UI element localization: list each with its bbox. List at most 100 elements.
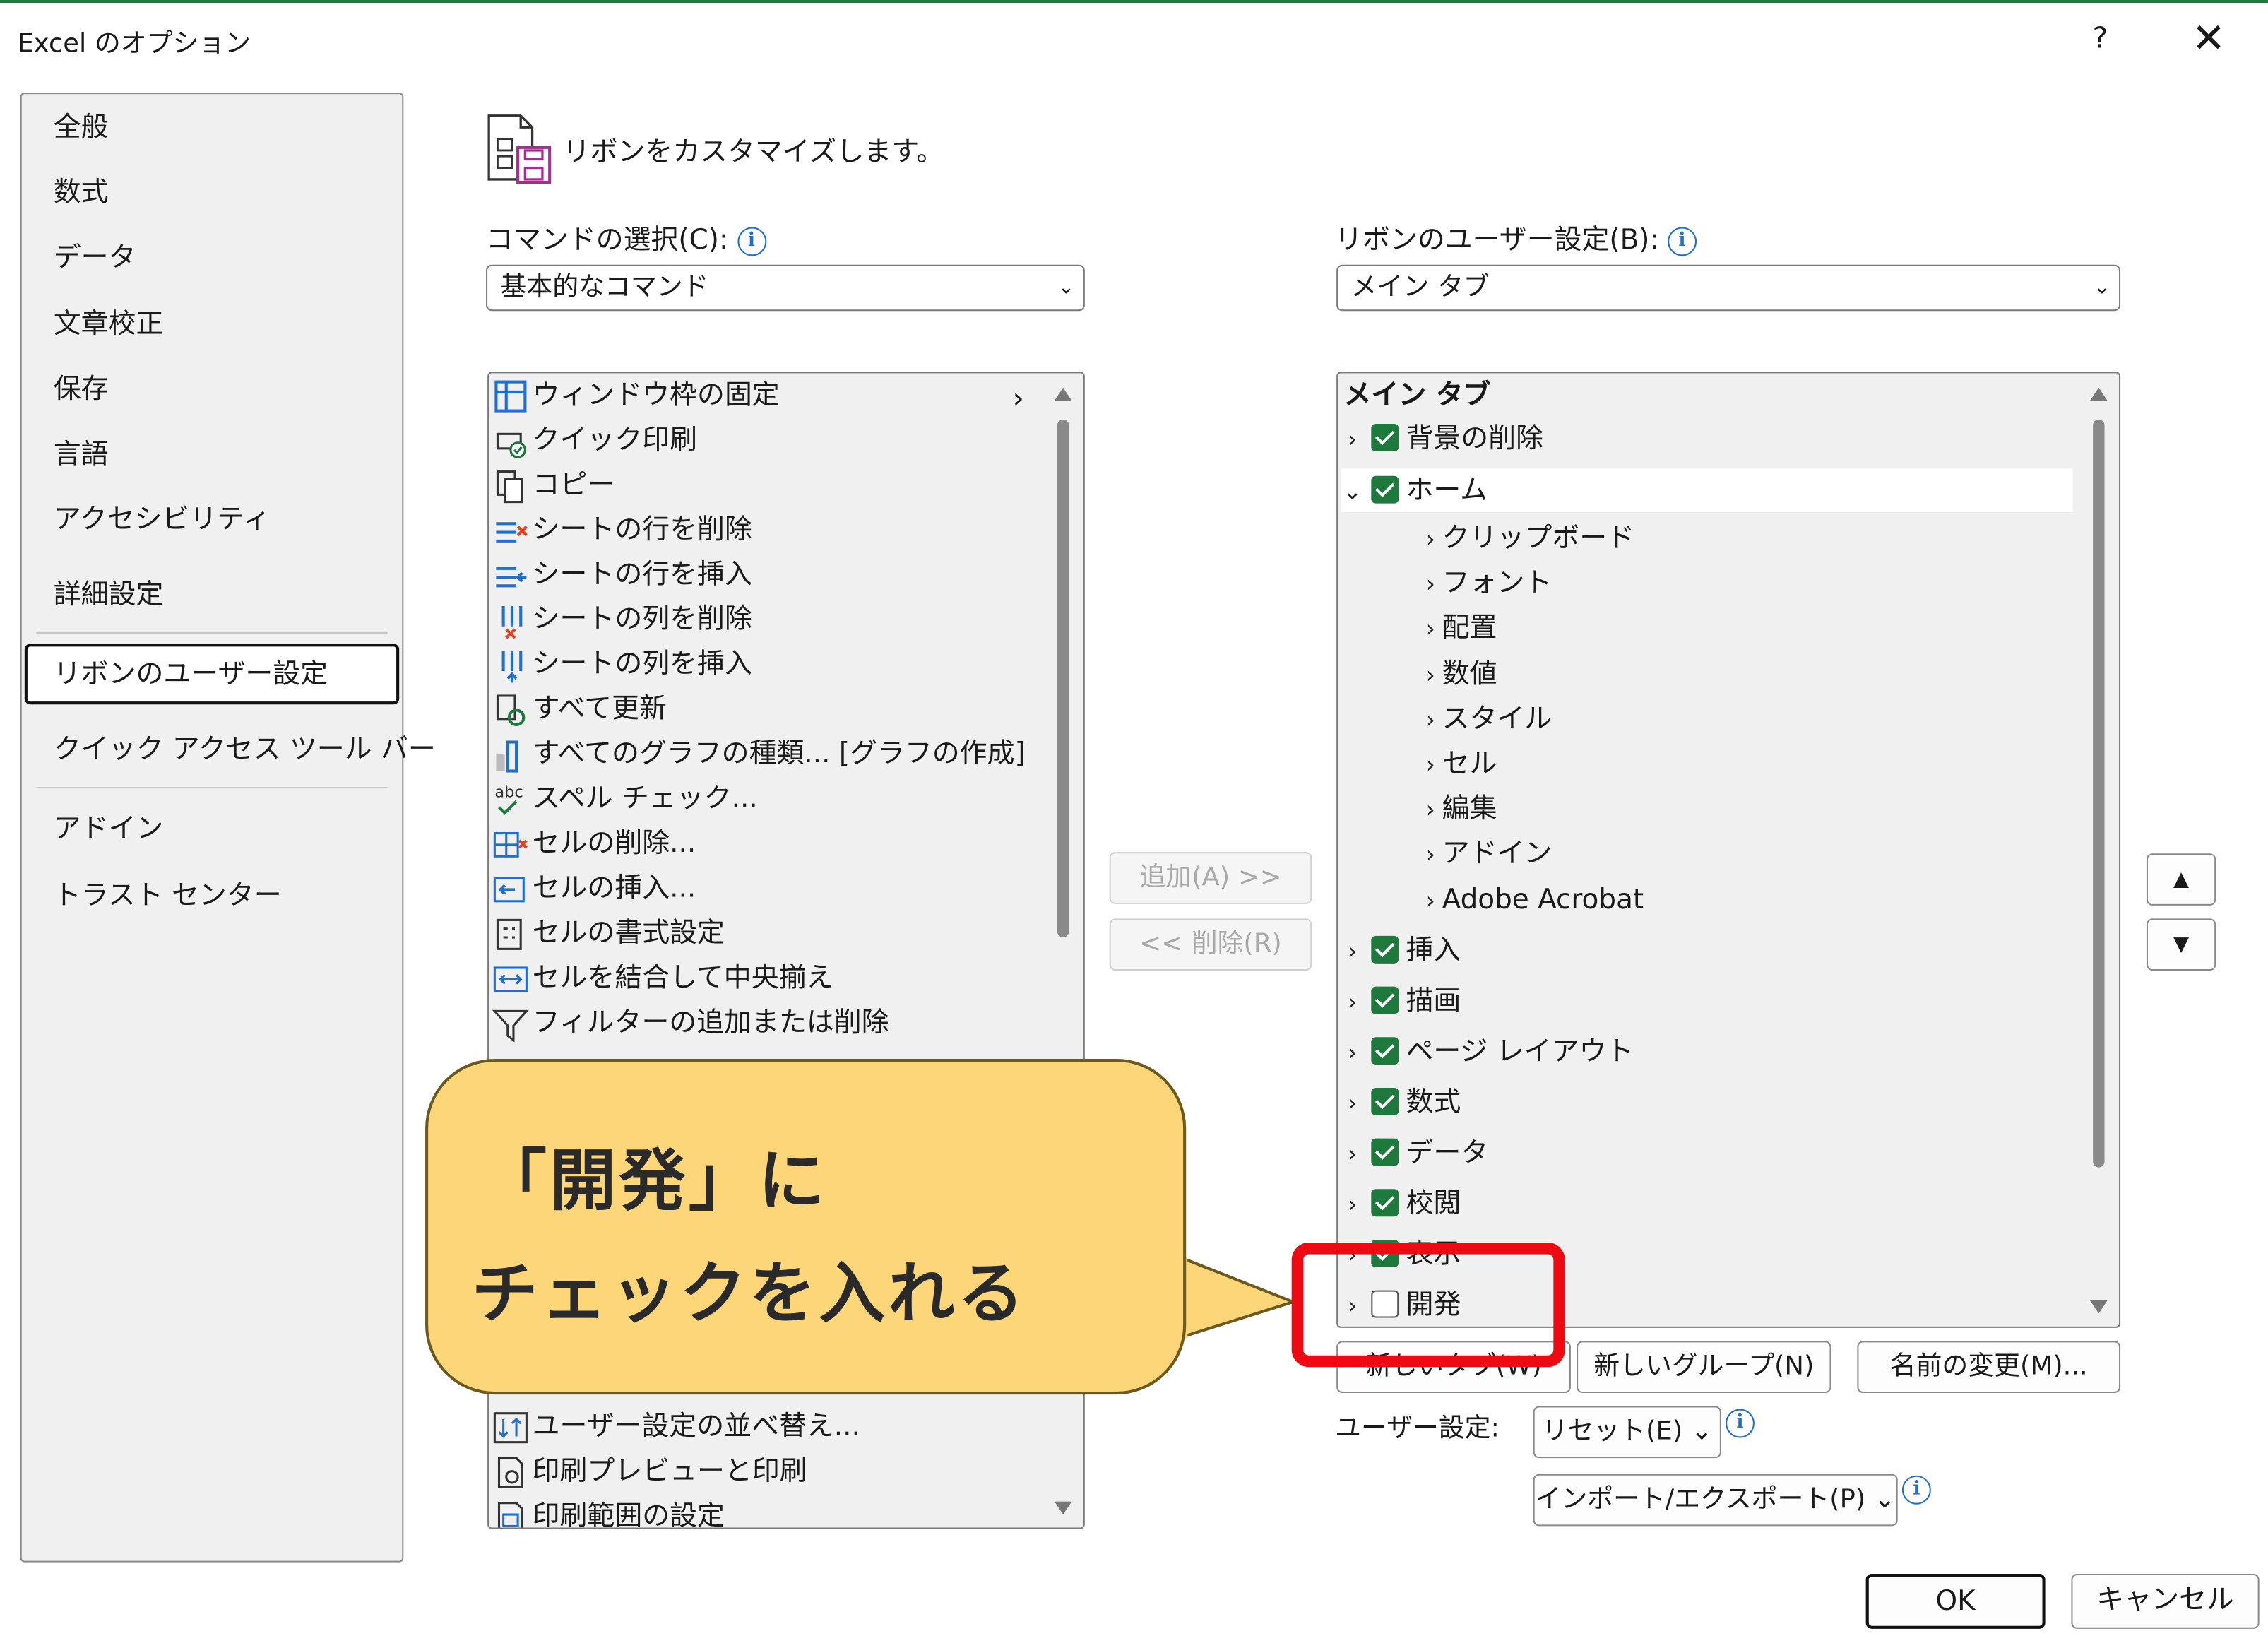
chevron-right-icon[interactable]: › <box>1341 1081 1364 1125</box>
command-item[interactable]: ウィンドウ枠の固定 <box>492 373 780 416</box>
ribbon-group-item[interactable]: › Adobe Acrobat <box>1419 877 1644 920</box>
tab-checkbox[interactable] <box>1371 1087 1399 1115</box>
command-item[interactable]: セルを結合して中央揃え <box>492 956 833 1000</box>
chevron-right-icon[interactable]: › <box>1419 608 1442 651</box>
nav-divider <box>36 632 388 634</box>
tab-checkbox[interactable] <box>1371 935 1399 964</box>
chevron-right-icon[interactable]: › <box>1419 744 1442 787</box>
command-item[interactable]: シートの行を挿入 <box>492 552 752 595</box>
tab-checkbox[interactable] <box>1371 1188 1399 1216</box>
tab-checkbox[interactable] <box>1371 1036 1399 1065</box>
ribbon-group-item[interactable]: › セル <box>1419 742 1497 786</box>
ribbon-group-item[interactable]: › 数値 <box>1419 652 1497 695</box>
cancel-button[interactable]: キャンセル <box>2071 1574 2260 1629</box>
ok-button[interactable]: OK <box>1865 1574 2046 1629</box>
tab-checkbox[interactable] <box>1371 986 1399 1014</box>
command-item[interactable]: ユーザー設定の並べ替え... <box>492 1404 860 1447</box>
nav-item-advanced[interactable]: 詳細設定 <box>54 573 164 616</box>
scroll-up-icon[interactable] <box>1054 387 1072 401</box>
chevron-right-icon[interactable]: › <box>1419 788 1442 831</box>
move-down-button[interactable]: ▼ <box>2146 918 2216 971</box>
ribbon-group-item[interactable]: › クリップボード <box>1419 516 1634 559</box>
customize-ribbon-dropdown[interactable]: メイン タブ ⌄ <box>1336 264 2121 312</box>
command-item[interactable]: シートの列を削除 <box>492 598 752 641</box>
command-item[interactable]: すべて更新 <box>492 687 667 730</box>
scroll-down-icon[interactable] <box>1054 1501 1072 1515</box>
choose-commands-dropdown[interactable]: 基本的なコマンド ⌄ <box>486 264 1085 312</box>
command-item[interactable]: シートの行を削除 <box>492 508 752 551</box>
help-button[interactable]: ? <box>2083 20 2118 55</box>
scroll-thumb[interactable] <box>1057 419 1069 937</box>
command-item[interactable]: クイック印刷 <box>492 418 697 461</box>
chevron-right-icon[interactable]: › <box>1341 418 1364 461</box>
nav-item-customize-ribbon[interactable]: リボンのユーザー設定 <box>24 644 400 705</box>
move-up-button[interactable]: ▲ <box>2146 853 2216 906</box>
scroll-up-icon[interactable] <box>2090 387 2108 401</box>
command-item[interactable]: 印刷プレビューと印刷 <box>492 1450 807 1493</box>
ribbon-tree[interactable]: メイン タブ › 背景の削除 ⌄ ホーム › クリップボード › フォント › 配置 › 数値 › スタイ… <box>1336 372 2121 1328</box>
ribbon-tab-item[interactable]: › ページ レイアウト <box>1341 1030 1634 1073</box>
tab-checkbox[interactable] <box>1371 424 1399 451</box>
chevron-right-icon[interactable]: › <box>1341 930 1364 973</box>
chevron-right-icon[interactable]: › <box>1419 834 1442 877</box>
chevron-right-icon[interactable]: › <box>1341 980 1364 1024</box>
nav-item-save[interactable]: 保存 <box>54 367 109 410</box>
ribbon-group-item[interactable]: › スタイル <box>1419 697 1552 740</box>
ribbon-tab-item[interactable]: › 挿入 <box>1341 928 1461 971</box>
chevron-right-icon[interactable]: › <box>1341 1031 1364 1074</box>
ribbon-group-item[interactable]: › 配置 <box>1419 607 1497 650</box>
insert-cells-icon <box>493 876 525 902</box>
info-icon[interactable]: i <box>1726 1409 1755 1438</box>
command-item[interactable]: セルの挿入... <box>492 867 696 910</box>
chevron-right-icon[interactable]: › <box>1419 563 1442 606</box>
ribbon-scrollbar[interactable] <box>2087 376 2110 1323</box>
command-item[interactable]: abc スペル チェック... <box>492 777 757 820</box>
ribbon-tab-item[interactable]: ⌄ ホーム <box>1341 468 2073 514</box>
nav-item-trust-center[interactable]: トラスト センター <box>54 874 282 917</box>
info-icon[interactable]: i <box>737 227 766 256</box>
chevron-right-icon[interactable]: › <box>1419 879 1442 922</box>
ribbon-tab-item[interactable]: › 数式 <box>1341 1080 1461 1123</box>
ribbon-group-item[interactable]: › アドイン <box>1419 832 1552 875</box>
command-item[interactable]: コピー <box>492 463 615 506</box>
import-export-button[interactable]: インポート/エクスポート(P) ⌄ <box>1533 1474 1898 1527</box>
ribbon-tab-item[interactable]: › 校閲 <box>1341 1182 1461 1225</box>
command-item[interactable]: セルの削除... <box>492 822 696 865</box>
nav-item-data[interactable]: データ <box>54 236 136 279</box>
chevron-down-icon[interactable]: ⌄ <box>1341 470 1364 514</box>
ribbon-group-item[interactable]: › 編集 <box>1419 787 1497 830</box>
ribbon-tab-item[interactable]: › データ <box>1341 1131 1488 1174</box>
chevron-right-icon[interactable]: › <box>1341 1132 1364 1175</box>
nav-item-general[interactable]: 全般 <box>54 105 109 148</box>
nav-item-quick-access-toolbar[interactable]: クイック アクセス ツール バー <box>54 728 436 771</box>
nav-item-add-ins[interactable]: アドイン <box>54 807 164 850</box>
command-item[interactable]: フィルターの追加または削除 <box>492 1001 889 1044</box>
tab-checkbox[interactable] <box>1371 475 1399 504</box>
command-item[interactable]: すべてのグラフの種類... [グラフの作成] <box>492 732 1026 775</box>
rename-button[interactable]: 名前の変更(M)... <box>1857 1341 2121 1394</box>
nav-item-language[interactable]: 言語 <box>54 432 109 475</box>
chevron-right-icon[interactable]: › <box>1419 699 1442 742</box>
new-group-button[interactable]: 新しいグループ(N) <box>1577 1341 1831 1394</box>
tab-checkbox[interactable] <box>1371 1138 1399 1166</box>
chevron-right-icon[interactable]: › <box>1419 518 1442 561</box>
reset-button[interactable]: リセット(E) ⌄ <box>1533 1406 1721 1459</box>
close-button[interactable]: ✕ <box>2187 14 2230 64</box>
info-icon[interactable]: i <box>1901 1475 1931 1505</box>
command-item[interactable]: 印刷範囲の設定 <box>492 1494 725 1528</box>
nav-item-formulas[interactable]: 数式 <box>54 171 109 214</box>
ribbon-tab-item[interactable]: › 背景の削除 <box>1341 417 1543 460</box>
chevron-right-icon[interactable]: › <box>1419 653 1442 696</box>
ribbon-tab-item[interactable]: › 描画 <box>1341 979 1461 1022</box>
scroll-thumb[interactable] <box>2093 419 2105 1168</box>
command-item[interactable]: セルの書式設定 <box>492 911 725 954</box>
nav-item-accessibility[interactable]: アクセシビリティ <box>54 497 271 540</box>
scroll-down-icon[interactable] <box>2090 1300 2108 1314</box>
add-button[interactable]: 追加(A) >> <box>1109 852 1312 904</box>
ribbon-group-item[interactable]: › フォント <box>1419 562 1552 605</box>
info-icon[interactable]: i <box>1667 227 1697 256</box>
nav-item-proofing[interactable]: 文章校正 <box>54 302 164 345</box>
chevron-right-icon[interactable]: › <box>1341 1183 1364 1226</box>
command-item[interactable]: シートの列を挿入 <box>492 642 752 685</box>
remove-button[interactable]: << 削除(R) <box>1109 918 1312 971</box>
